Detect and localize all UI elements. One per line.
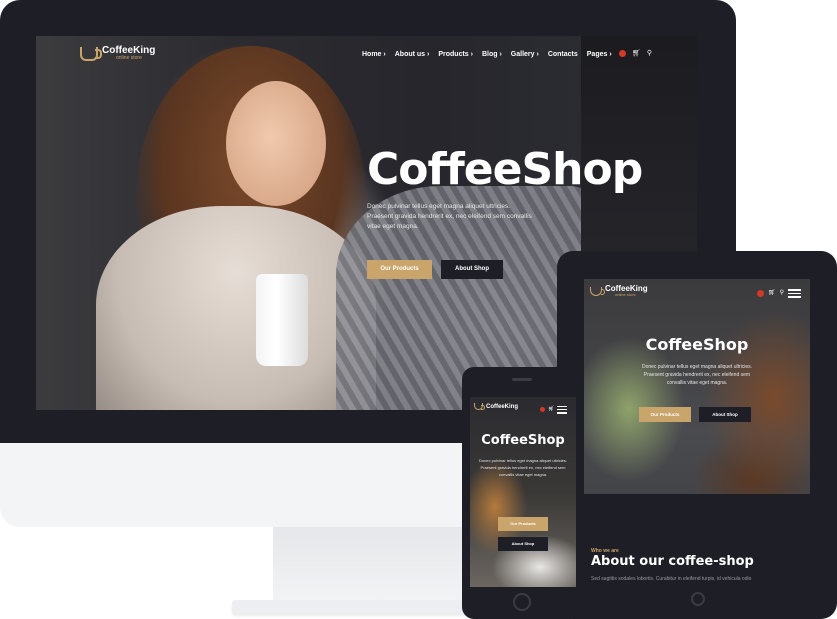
phone-hero-description: Donec pulvinar tellus eget magna aliquet… — [478, 458, 568, 477]
tablet-cart-badge[interactable] — [757, 289, 764, 297]
phone-about-shop-button[interactable]: About Shop — [498, 537, 548, 551]
logo-text: CoffeeKing online store — [102, 46, 155, 61]
cart-icon[interactable]: 🛒︎ — [632, 50, 641, 57]
nav-icons: 🛒︎ ⚲ — [619, 50, 652, 57]
tablet-hero-title: CoffeeShop — [645, 335, 749, 354]
phone-screen: CoffeeKing 🛒︎ CoffeeShop Donec pulvinar … — [470, 397, 576, 587]
hamburger-menu-icon[interactable] — [788, 289, 802, 298]
phone-speaker — [512, 378, 532, 381]
our-products-button[interactable]: Our Products — [367, 260, 432, 279]
hero-title: CoffeeShop — [367, 144, 643, 195]
nav-item-gallery[interactable]: Gallery › — [511, 51, 539, 58]
coffee-cup-icon — [80, 46, 102, 61]
nav-item-home[interactable]: Home › — [362, 51, 386, 58]
hero-photo-sweater — [96, 206, 376, 410]
tablet-hero-description: Donec pulvinar tellus eget magna aliquet… — [641, 364, 753, 386]
phone-hero-title: CoffeeShop — [481, 433, 565, 448]
logo-tagline: online store — [116, 55, 142, 61]
cart-icon[interactable]: 🛒︎ — [548, 407, 554, 412]
about-shop-button[interactable]: About Shop — [441, 260, 503, 279]
tablet-nav-icons: 🛒︎ ⚲ — [757, 289, 802, 298]
phone-site-logo[interactable]: CoffeeKing — [474, 403, 518, 410]
cart-icon[interactable]: 🛒︎ — [768, 290, 776, 296]
section-title: About our coffee-shop — [591, 554, 754, 569]
phone-logo-name: CoffeeKing — [486, 403, 518, 410]
tablet-logo-text: CoffeeKing online store — [605, 285, 648, 297]
search-icon[interactable]: ⚲ — [780, 290, 784, 296]
tablet-logo-tagline: online store — [615, 292, 636, 297]
phone-home-button — [513, 593, 531, 611]
tablet-home-button — [691, 592, 705, 606]
phone-our-products-button[interactable]: Our Products — [498, 517, 548, 531]
phone-logo-text: CoffeeKing — [486, 404, 518, 410]
tablet-about-shop-button[interactable]: About Shop — [699, 407, 751, 422]
cart-count-badge[interactable] — [619, 50, 626, 57]
tablet-our-products-button[interactable]: Our Products — [639, 407, 691, 422]
site-logo[interactable]: CoffeeKing online store — [80, 46, 155, 61]
hero-description: Donec pulvinar tellus eget magna aliquet… — [367, 203, 532, 230]
search-icon[interactable]: ⚲ — [647, 50, 652, 57]
phone-device: CoffeeKing 🛒︎ CoffeeShop Donec pulvinar … — [462, 367, 583, 619]
tablet-site-logo[interactable]: CoffeeKing online store — [590, 285, 648, 297]
section-text: Sed sagittis sodales lobortis. Curabitur… — [591, 576, 752, 582]
nav-item-about-us[interactable]: About us › — [395, 51, 430, 58]
coffee-cup-icon — [474, 403, 485, 410]
hamburger-menu-icon[interactable] — [557, 406, 568, 414]
hero-photo-face — [226, 81, 326, 206]
nav-item-contacts[interactable]: Contacts — [548, 51, 578, 58]
main-nav: Home › About us › Products › Blog › Gall… — [362, 51, 612, 58]
phone-nav-icons: 🛒︎ — [540, 406, 568, 414]
tablet-device: CoffeeKing online store 🛒︎ ⚲ CoffeeShop … — [557, 251, 837, 619]
coffee-cup-icon — [590, 286, 605, 296]
monitor-stand — [273, 527, 463, 607]
nav-item-pages[interactable]: Pages › — [587, 51, 612, 58]
nav-item-blog[interactable]: Blog › — [482, 51, 502, 58]
tablet-screen: CoffeeKing online store 🛒︎ ⚲ CoffeeShop … — [584, 279, 810, 582]
nav-item-products[interactable]: Products › — [438, 51, 473, 58]
phone-cart-badge[interactable] — [540, 407, 545, 413]
hero-photo-mug — [256, 274, 308, 366]
